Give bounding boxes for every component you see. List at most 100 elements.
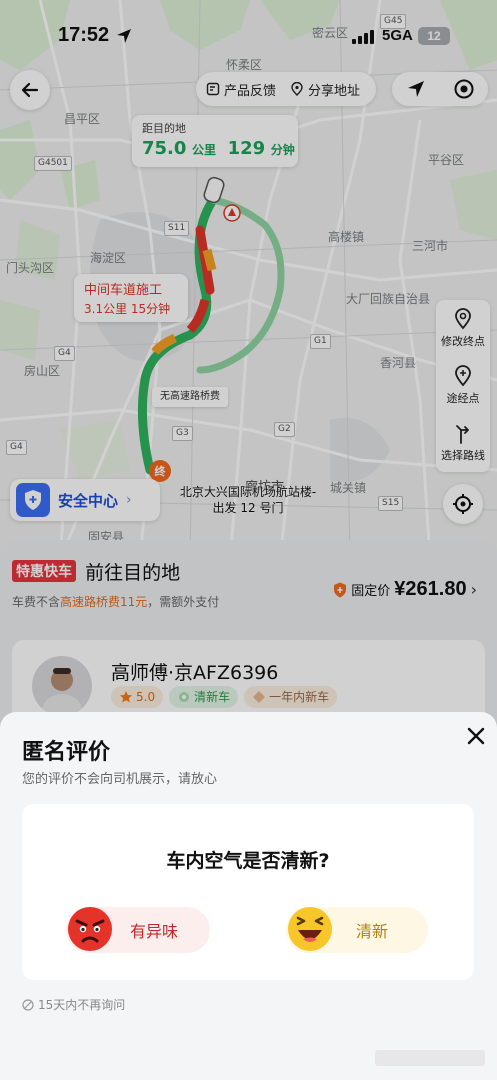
add-waypoint-icon bbox=[455, 365, 471, 387]
feedback-label: 产品反馈 bbox=[224, 83, 277, 99]
driver-tags: 5.0 清新车 一年内新车 bbox=[111, 686, 338, 708]
avatar bbox=[32, 656, 92, 716]
construction-warning[interactable]: 中间车道施工 3.1公里 15分钟 bbox=[74, 274, 188, 322]
road-code: G4 bbox=[54, 346, 75, 361]
map-label: 怀柔区 bbox=[226, 58, 263, 72]
location-arrow-icon bbox=[117, 29, 131, 43]
close-icon bbox=[467, 727, 485, 745]
sheet-title: 匿名评价 bbox=[22, 740, 111, 765]
map-label: 城关镇 bbox=[330, 481, 367, 495]
record-icon[interactable] bbox=[453, 78, 475, 100]
do-not-ask-toggle[interactable]: 15天内不再询问 bbox=[22, 996, 125, 1013]
bad-smell-label: 有异味 bbox=[130, 922, 179, 941]
map-label: 昌平区 bbox=[64, 112, 101, 126]
eta-distance: 75.0 bbox=[142, 138, 187, 159]
price-label: 固定价 bbox=[351, 584, 391, 599]
price-shield-icon bbox=[334, 582, 347, 597]
construction-detail: 3.1公里 15分钟 bbox=[84, 302, 171, 316]
waypoint-label: 途经点 bbox=[446, 392, 480, 405]
map-label: 平谷区 bbox=[428, 153, 465, 167]
map-label: 三河市 bbox=[412, 239, 449, 253]
fresh-option[interactable]: 清新 bbox=[286, 907, 428, 953]
route-fork-icon bbox=[456, 425, 469, 444]
diamond-icon bbox=[253, 691, 266, 703]
rating-badge: 5.0 bbox=[111, 686, 164, 708]
road-code: G1 bbox=[310, 334, 331, 349]
shield-icon bbox=[16, 483, 50, 517]
fixed-price-button[interactable]: 固定价 ¥261.80 › bbox=[333, 578, 477, 601]
eta-label: 距目的地 bbox=[142, 122, 186, 135]
close-button[interactable] bbox=[462, 722, 490, 750]
back-button[interactable] bbox=[10, 70, 50, 110]
route-tools-panel: 修改终点 途经点 选择路线 bbox=[436, 300, 490, 472]
rating-sheet: 匿名评价 您的评价不会向司机展示，请放心 车内空气是否清新? 有异味 清新 15… bbox=[0, 712, 497, 1080]
bad-smell-option[interactable]: 有异味 bbox=[66, 907, 210, 953]
chevron-right-icon: › bbox=[470, 580, 477, 599]
question-text: 车内空气是否清新? bbox=[166, 850, 330, 872]
no-entry-icon bbox=[22, 998, 34, 1011]
road-code: S15 bbox=[378, 496, 404, 511]
fee-note-highlight: 高速路桥费11元 bbox=[60, 595, 148, 609]
star-icon bbox=[120, 691, 132, 703]
ride-type-badge: 特惠快车 bbox=[12, 560, 76, 582]
map-label: 香河县 bbox=[380, 356, 417, 370]
status-time: 17:52 bbox=[58, 24, 110, 46]
map-action-bar: 产品反馈 分享地址 bbox=[196, 72, 376, 106]
map-label: 门头沟区 bbox=[6, 261, 55, 275]
order-panel: 特惠快车 前往目的地 车费不含高速路桥费11元，需额外支付 固定价 ¥261.8… bbox=[0, 540, 497, 750]
navigation-arrow-icon[interactable] bbox=[406, 79, 426, 99]
eta-values: 75.0 公里 129 分钟 bbox=[142, 138, 295, 159]
fresh-label: 清新 bbox=[356, 922, 389, 941]
chevron-right-icon: › bbox=[126, 492, 132, 508]
modify-destination-label: 修改终点 bbox=[441, 335, 485, 348]
fee-note-suffix: ，需额外支付 bbox=[147, 595, 220, 609]
eta-card: 距目的地 75.0 公里 129 分钟 bbox=[132, 115, 298, 167]
share-address-button[interactable]: 分享地址 bbox=[290, 80, 360, 99]
driver-name: 高师傅·京AFZ6396 bbox=[111, 662, 279, 684]
pin-icon bbox=[455, 308, 471, 330]
sheet-subtitle: 您的评价不会向司机展示，请放心 bbox=[22, 772, 218, 787]
map-nav-bar bbox=[392, 72, 488, 106]
price-amount: ¥261.80 bbox=[394, 578, 467, 600]
road-code: G4 bbox=[6, 440, 27, 455]
fee-note-prefix: 车费不含 bbox=[12, 595, 61, 609]
modify-destination-button[interactable]: 修改终点 bbox=[436, 300, 490, 357]
map-label: 高楼镇 bbox=[328, 230, 365, 244]
road-code: G2 bbox=[274, 422, 295, 437]
back-arrow-icon bbox=[21, 82, 39, 98]
battery-icon: 12 bbox=[418, 27, 450, 45]
eta-duration: 129 bbox=[227, 138, 266, 159]
select-route-label: 选择路线 bbox=[441, 449, 485, 462]
question-card: 车内空气是否清新? 有异味 清新 bbox=[22, 804, 474, 980]
map-label: 海淀区 bbox=[90, 251, 127, 265]
destination-line2: 出发 12 号门 bbox=[212, 501, 284, 515]
clean-car-label: 清新车 bbox=[194, 690, 231, 704]
map-label: 房山区 bbox=[24, 364, 61, 378]
feedback-icon bbox=[206, 82, 220, 96]
destination-label: 北京大兴国际机场航站楼- 出发 12 号门 bbox=[168, 484, 328, 516]
crosshair-icon bbox=[453, 494, 473, 514]
order-title: 前往目的地 bbox=[85, 562, 181, 584]
map-label: 大厂回族自治县 bbox=[346, 292, 431, 306]
watermark bbox=[375, 1050, 485, 1066]
safety-center-label: 安全中心 bbox=[58, 491, 119, 510]
toll-free-tag: 无高速路桥费 bbox=[152, 387, 228, 407]
locate-button[interactable] bbox=[443, 484, 483, 524]
status-bar: 17:52 5GA 12 bbox=[0, 22, 497, 52]
rating-value: 5.0 bbox=[136, 690, 156, 704]
angry-face-icon bbox=[68, 907, 112, 951]
share-location-icon bbox=[291, 82, 303, 96]
safety-center-button[interactable]: 安全中心 › bbox=[10, 479, 160, 521]
waypoint-button[interactable]: 途经点 bbox=[436, 357, 490, 414]
clean-car-badge: 清新车 bbox=[169, 686, 239, 708]
laughing-face-icon bbox=[288, 907, 332, 951]
new-car-badge: 一年内新车 bbox=[244, 686, 338, 708]
construction-title: 中间车道施工 bbox=[84, 283, 163, 298]
road-code: G4501 bbox=[34, 156, 72, 171]
feedback-button[interactable]: 产品反馈 bbox=[206, 80, 276, 99]
road-code: S11 bbox=[164, 221, 190, 236]
destination-line1: 北京大兴国际机场航站楼- bbox=[179, 485, 317, 499]
select-route-button[interactable]: 选择路线 bbox=[436, 414, 490, 471]
share-label: 分享地址 bbox=[308, 83, 361, 99]
eta-distance-unit: 公里 bbox=[192, 143, 217, 157]
